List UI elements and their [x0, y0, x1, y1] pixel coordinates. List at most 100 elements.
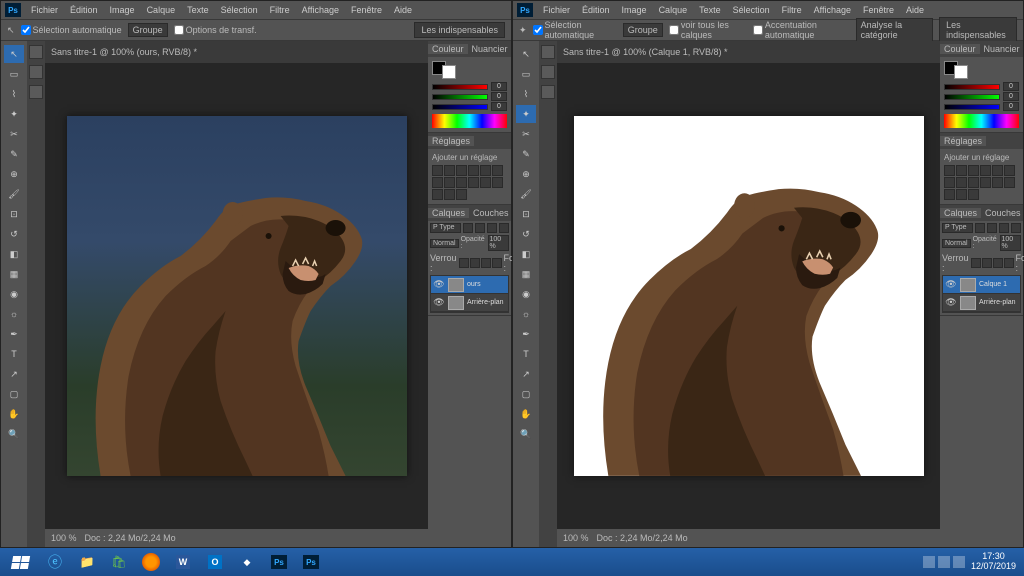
adjust-curves-icon[interactable]	[968, 165, 979, 176]
menu-calque[interactable]: Calque	[145, 5, 178, 15]
r-value[interactable]: 0	[1003, 82, 1019, 91]
marquee-tool[interactable]: ▭	[516, 65, 536, 83]
menu-texte[interactable]: Texte	[185, 5, 211, 15]
filter-icon[interactable]	[487, 223, 497, 233]
adjust-invert-icon[interactable]	[992, 177, 1003, 188]
filter-icon[interactable]	[999, 223, 1009, 233]
type-tool[interactable]: T	[4, 345, 24, 363]
crop-tool[interactable]: ✂	[516, 125, 536, 143]
adjust-exposure-icon[interactable]	[980, 165, 991, 176]
menu-filtre[interactable]: Filtre	[268, 5, 292, 15]
taskbar-photoshop-icon[interactable]: Ps	[296, 550, 326, 574]
adjust-color-lookup-icon[interactable]	[980, 177, 991, 188]
layer-name[interactable]: ours	[467, 281, 481, 288]
taskbar-outlook-icon[interactable]: O	[200, 550, 230, 574]
g-slider[interactable]	[432, 94, 488, 100]
adjust-invert-icon[interactable]	[480, 177, 491, 188]
visibility-icon[interactable]: 👁	[433, 279, 445, 291]
hand-tool[interactable]: ✋	[516, 405, 536, 423]
dodge-tool[interactable]: ☼	[516, 305, 536, 323]
dock-icon[interactable]	[29, 85, 43, 99]
g-value[interactable]: 0	[491, 92, 507, 101]
menu-texte[interactable]: Texte	[697, 5, 723, 15]
gradient-tool[interactable]: ▦	[4, 265, 24, 283]
tab-swatches[interactable]: Nuancier	[980, 44, 1024, 54]
menu-fenetre[interactable]: Fenêtre	[861, 5, 896, 15]
menu-edition[interactable]: Édition	[68, 5, 100, 15]
filter-icon[interactable]	[475, 223, 485, 233]
adjust-channel-mixer-icon[interactable]	[968, 177, 979, 188]
canvas[interactable]	[67, 116, 407, 476]
tab-layers[interactable]: Calques	[428, 208, 469, 218]
filter-icon[interactable]	[463, 223, 473, 233]
tab-channels[interactable]: Couches	[981, 208, 1024, 218]
zoom-level[interactable]: 100 %	[563, 533, 589, 543]
filter-icon[interactable]	[975, 223, 985, 233]
move-tool[interactable]: ↖	[516, 45, 536, 63]
pen-tool[interactable]: ✒	[4, 325, 24, 343]
adjust-vibrance-icon[interactable]	[480, 165, 491, 176]
layer-type-dropdown[interactable]: Groupe	[128, 23, 168, 37]
menu-fichier[interactable]: Fichier	[541, 5, 572, 15]
eyedropper-tool[interactable]: ✎	[516, 145, 536, 163]
shape-tool[interactable]: ▢	[516, 385, 536, 403]
eraser-tool[interactable]: ◧	[4, 245, 24, 263]
menu-aide[interactable]: Aide	[904, 5, 926, 15]
r-value[interactable]: 0	[491, 82, 507, 91]
canvas-viewport[interactable]	[45, 63, 428, 529]
adjust-gradient-map-icon[interactable]	[956, 189, 967, 200]
adjust-vibrance-icon[interactable]	[992, 165, 1003, 176]
adjust-exposure-icon[interactable]	[468, 165, 479, 176]
adjust-color-lookup-icon[interactable]	[468, 177, 479, 188]
blend-mode[interactable]: Normal	[430, 239, 459, 248]
pen-tool[interactable]: ✒	[516, 325, 536, 343]
workspace-button[interactable]: Les indispensables	[414, 22, 505, 38]
adjust-channel-mixer-icon[interactable]	[456, 177, 467, 188]
accentuation-checkbox[interactable]	[753, 25, 763, 35]
dock-icon[interactable]	[541, 85, 555, 99]
adjust-selective-icon[interactable]	[968, 189, 979, 200]
ps-logo[interactable]: Ps	[5, 3, 21, 17]
lock-position-icon[interactable]	[481, 258, 491, 268]
b-value[interactable]: 0	[1003, 102, 1019, 111]
layer-name[interactable]: Arrière-plan	[979, 299, 1016, 306]
r-slider[interactable]	[432, 84, 488, 90]
taskbar-word-icon[interactable]: W	[168, 550, 198, 574]
adjust-posterize-icon[interactable]	[1004, 177, 1015, 188]
layer-item[interactable]: 👁Arrière-plan	[431, 294, 508, 312]
dock-icon[interactable]	[541, 45, 555, 59]
layer-thumbnail[interactable]	[960, 296, 976, 310]
b-slider[interactable]	[432, 104, 488, 110]
layer-item[interactable]: 👁 ours	[431, 276, 508, 294]
zoom-tool[interactable]: 🔍	[516, 425, 536, 443]
menu-edition[interactable]: Édition	[580, 5, 612, 15]
auto-select-checkbox[interactable]	[533, 25, 543, 35]
tab-color[interactable]: Couleur	[428, 44, 468, 54]
gradient-tool[interactable]: ▦	[516, 265, 536, 283]
adjust-posterize-icon[interactable]	[492, 177, 503, 188]
start-button[interactable]	[2, 550, 38, 574]
tab-channels[interactable]: Couches	[469, 208, 513, 218]
tab-adjustments[interactable]: Réglages	[428, 136, 474, 146]
menu-selection[interactable]: Sélection	[731, 5, 772, 15]
layer-name[interactable]: Arrière-plan	[467, 299, 504, 306]
history-brush-tool[interactable]: ↺	[516, 225, 536, 243]
auto-select-checkbox[interactable]	[21, 25, 31, 35]
lock-transparency-icon[interactable]	[971, 258, 981, 268]
background-color[interactable]	[954, 65, 968, 79]
lock-position-icon[interactable]	[993, 258, 1003, 268]
adjust-bw-icon[interactable]	[944, 177, 955, 188]
canvas-viewport[interactable]	[557, 63, 940, 529]
history-brush-tool[interactable]: ↺	[4, 225, 24, 243]
adjust-photo-filter-icon[interactable]	[956, 177, 967, 188]
adjust-gradient-map-icon[interactable]	[444, 189, 455, 200]
menu-fichier[interactable]: Fichier	[29, 5, 60, 15]
zoom-tool[interactable]: 🔍	[4, 425, 24, 443]
taskbar-app-icon[interactable]: ◆	[232, 550, 262, 574]
color-spectrum[interactable]	[944, 114, 1019, 128]
layer-item[interactable]: 👁Calque 1	[943, 276, 1020, 294]
lock-all-icon[interactable]	[1004, 258, 1014, 268]
wand-tool[interactable]: ✦	[516, 105, 536, 123]
b-value[interactable]: 0	[491, 102, 507, 111]
ps-logo[interactable]: Ps	[517, 3, 533, 17]
